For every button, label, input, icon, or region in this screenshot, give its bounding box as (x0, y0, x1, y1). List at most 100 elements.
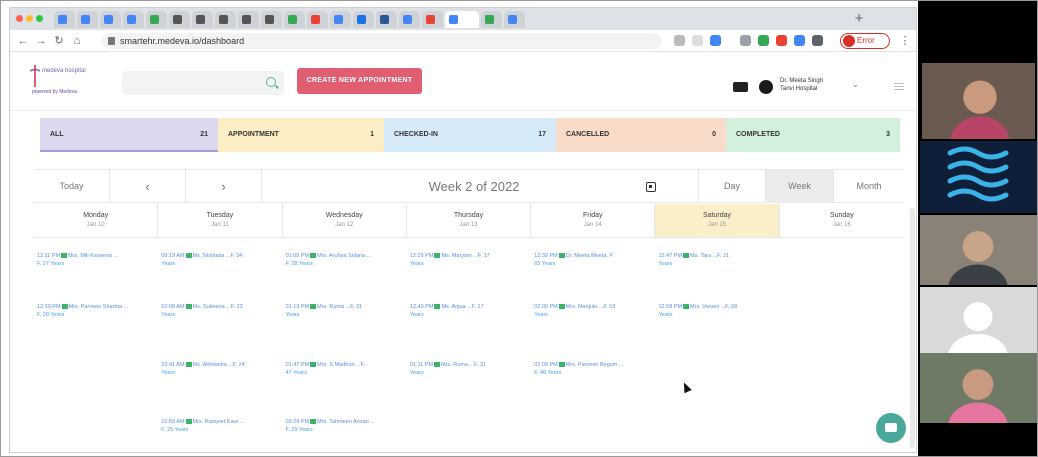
appointment-card[interactable]: 12:47 PM Ms. Tara ...F, 21 Years (659, 252, 730, 268)
day-column-saturday[interactable]: Saturday Jan 15 (655, 204, 780, 237)
hamburger-menu-icon[interactable] (894, 83, 904, 90)
extension-icon[interactable] (758, 35, 769, 46)
browser-tab[interactable] (481, 11, 502, 28)
appointment-time: 12:58 PM (658, 304, 683, 310)
extension-icon[interactable] (794, 35, 805, 46)
browser-tab[interactable] (54, 11, 75, 28)
appointment-card[interactable]: 02:09 PM Mrs. Parveen Begum ... F, 40 Year… (534, 361, 623, 377)
appointment-card[interactable]: 12:30 PM Mrs. Parveen Sharma ... F, 28 Yea… (37, 303, 128, 319)
patient-name: Mrs. Ruma ...F, 31 (441, 362, 486, 368)
video-tile-participant-4-placeholder[interactable] (920, 287, 1037, 353)
browser-tab[interactable] (445, 11, 479, 28)
browser-tab[interactable] (215, 11, 236, 28)
maximize-window-button[interactable] (36, 15, 43, 22)
browser-tab[interactable] (192, 11, 213, 28)
extension-icon[interactable] (776, 35, 787, 46)
video-tile-participant-1[interactable] (922, 63, 1035, 139)
calendar-icon[interactable] (646, 182, 656, 192)
video-tile-participant-3[interactable] (920, 215, 1037, 285)
browser-tab[interactable] (504, 11, 525, 28)
app-logo[interactable]: medeva hospital powered by Medeva (30, 65, 90, 97)
status-filter-all[interactable]: ALL 21 (40, 118, 218, 152)
view-week-button[interactable]: Week (766, 170, 834, 203)
day-column-thursday[interactable]: Thursday Jan 13 (407, 204, 532, 237)
browser-tab[interactable] (77, 11, 98, 28)
chat-support-button[interactable] (876, 413, 906, 443)
appointment-card[interactable]: 10:41 AM Ms. Abhilasha ...F, 24 Years (161, 361, 245, 377)
browser-tab[interactable] (123, 11, 144, 28)
extension-icon[interactable] (710, 35, 721, 46)
next-week-button[interactable]: › (186, 170, 262, 203)
appointment-card[interactable]: 10:08 AM Ms. Sukeena ...F, 23 Years (161, 303, 242, 319)
minimize-window-button[interactable] (26, 15, 33, 22)
url-field[interactable]: smartehr.medeva.io/dashboard (102, 33, 662, 49)
create-appointment-button[interactable]: CREATE NEW APPOINTMENT (297, 68, 422, 94)
user-avatar-icon[interactable] (759, 80, 773, 94)
browser-tab[interactable] (238, 11, 259, 28)
search-icon[interactable] (266, 77, 276, 87)
star-icon[interactable] (692, 35, 703, 46)
appointment-card[interactable]: 12:40 PM Ms. Anjua ...F, 17 Years (410, 303, 484, 319)
day-column-wednesday[interactable]: Wednesday Jan 12 (283, 204, 407, 237)
day-name: Friday (583, 212, 603, 219)
vertical-scrollbar[interactable] (910, 208, 915, 448)
checked-in-icon (310, 419, 317, 425)
view-day-button[interactable]: Day (698, 170, 766, 203)
appointment-card[interactable]: 01:13 PM Mrs. Ruma ...F, 31 Years (286, 303, 362, 319)
logo-subtitle: powered by Medeva (32, 89, 78, 95)
day-column-monday[interactable]: Monday Jan 10 (34, 204, 159, 237)
profile-error-button[interactable]: Error (840, 33, 890, 49)
browser-tab[interactable] (146, 11, 167, 28)
browser-tab[interactable] (330, 11, 351, 28)
prev-week-button[interactable]: ‹ (110, 170, 186, 203)
search-input[interactable] (122, 71, 284, 95)
avatar-icon (843, 35, 855, 47)
appointment-card[interactable]: 09:19 AM Ms. Nishtasa ...F, 34 Years (161, 252, 242, 268)
browser-tab[interactable] (284, 11, 305, 28)
appointment-card[interactable]: 02:29 PM Mrs. Tahmeen Ansari ... F, 29 Yea… (286, 418, 375, 434)
appointment-card[interactable]: 01:11 PM Mrs. Ruma ...F, 31 Years (410, 361, 486, 377)
appointment-card[interactable]: 12:39 PM Dr. Meeta Meeta, F 65 Years (534, 252, 613, 268)
status-filter-appointment[interactable]: APPOINTMENT 1 (218, 118, 384, 152)
day-column-sunday[interactable]: Sunday Jan 16 (780, 204, 904, 237)
video-tile-participant-5[interactable] (920, 353, 1037, 423)
day-column-tuesday[interactable]: Tuesday Jan 11 (158, 204, 283, 237)
status-filter-completed[interactable]: COMPLETED 3 (726, 118, 900, 152)
appointment-card[interactable]: 12:26 PM Ms. Maryam ...F, 17 Years (410, 252, 490, 268)
user-menu[interactable]: Dr. Meeta Singh Tanvi Hospital (780, 77, 823, 93)
browser-tab[interactable] (307, 11, 328, 28)
appointment-card[interactable]: 02:00 PM Mrs. Manjula ...F, 53 Years (534, 303, 615, 319)
puzzle-icon[interactable] (812, 35, 823, 46)
appointment-card[interactable]: 10:59 AM Mrs. Ramjeet Kaur ... F, 25 Years (161, 418, 244, 434)
appointment-card[interactable]: 01:09 PM Mrs. Aruhya Srilana ... F, 28 Yea… (286, 252, 372, 268)
weekday-header-row: Monday Jan 10 Tuesday Jan 11 Wednesday Jan 12… (34, 204, 904, 238)
chevron-down-icon[interactable]: ⌄ (852, 80, 859, 89)
home-icon[interactable]: ⌂ (70, 33, 84, 49)
browser-tab[interactable] (422, 11, 443, 28)
day-column-friday[interactable]: Friday Jan 14 (531, 204, 656, 237)
today-button[interactable]: Today (34, 170, 110, 203)
browser-tab[interactable] (376, 11, 397, 28)
status-filter-checked-in[interactable]: CHECKED-IN 17 (384, 118, 556, 152)
kebab-menu-icon[interactable]: ⋮ (898, 33, 912, 49)
video-tile-participant-2-logo[interactable] (920, 141, 1037, 213)
checked-in-icon (310, 362, 317, 368)
browser-tab[interactable] (399, 11, 420, 28)
browser-tab[interactable] (353, 11, 374, 28)
mail-icon[interactable] (733, 82, 748, 92)
forward-icon[interactable]: → (34, 33, 48, 49)
back-icon[interactable]: ← (16, 33, 30, 49)
appointment-card[interactable]: 01:47 PM Mrs. S Madhuri ...F, 47 Years (286, 361, 365, 377)
view-month-button[interactable]: Month (834, 170, 904, 203)
new-tab-button[interactable]: + (850, 10, 868, 28)
appointment-card[interactable]: 12:11 PM Mrs. Mili Kaseena ... F, 27 Years (37, 252, 118, 268)
extension-icon[interactable] (740, 35, 751, 46)
browser-tab[interactable] (100, 11, 121, 28)
close-window-button[interactable] (16, 15, 23, 22)
status-filter-cancelled[interactable]: CANCELLED 0 (556, 118, 726, 152)
browser-tab[interactable] (169, 11, 190, 28)
reload-icon[interactable]: ↻ (52, 33, 66, 49)
browser-tab[interactable] (261, 11, 282, 28)
key-icon[interactable] (674, 35, 685, 46)
appointment-card[interactable]: 12:58 PM Mrs. Vanani ...F, 28 Years (659, 303, 738, 319)
